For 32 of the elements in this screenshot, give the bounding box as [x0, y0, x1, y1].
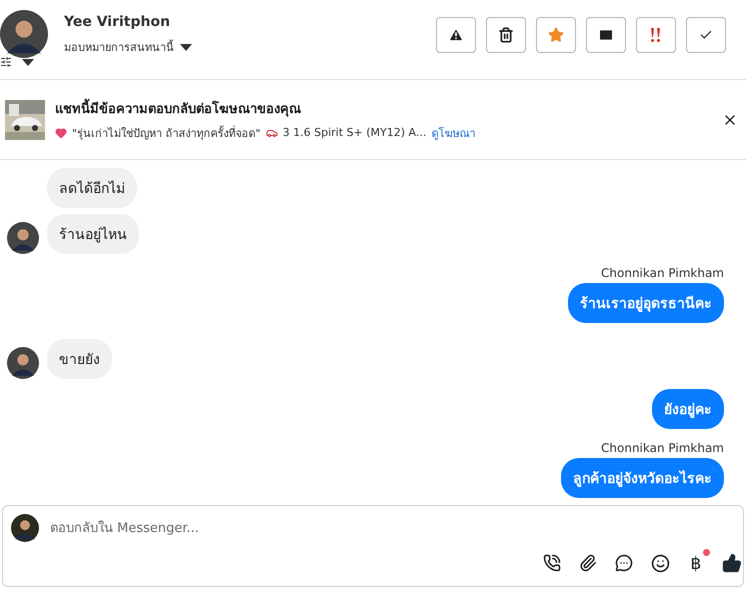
car-model: 3 1.6 Spirit S+ (MY12) A... [282, 126, 426, 139]
payment-button[interactable]: ฿ [685, 552, 707, 574]
like-button[interactable] [721, 552, 743, 574]
sent-message: ยังอยู่คะ [652, 389, 724, 429]
assign-dropdown[interactable]: มอบหมายการสนทนานี้ [64, 38, 192, 56]
received-message: ร้านอยู่ไหน [47, 214, 139, 254]
chat-bubble-button[interactable] [613, 552, 635, 574]
sent-message: ร้านเราอยู่อุดรธานีคะ [568, 283, 724, 323]
mail-button[interactable] [586, 17, 626, 53]
trash-icon [498, 27, 514, 43]
heart-icon [55, 126, 67, 138]
filter-dropdown[interactable] [0, 56, 34, 68]
star-button[interactable] [536, 17, 576, 53]
sender-name: Chonnikan Pimkham [601, 266, 724, 280]
report-button[interactable] [436, 17, 476, 53]
view-ad-link[interactable]: ดูโฆษณา [431, 124, 476, 142]
call-add-button[interactable] [541, 552, 563, 574]
received-message: ขายยัง [47, 339, 112, 379]
delete-button[interactable] [486, 17, 526, 53]
contact-avatar [0, 10, 48, 58]
warning-icon [448, 27, 464, 43]
star-icon [548, 27, 564, 43]
ad-reply-title: แชทนี้มีข้อความตอบกลับต่อโฆษณาของคุณ [55, 98, 712, 118]
received-message: ลดได้อีกไม่ [47, 168, 137, 208]
sender-name: Chonnikan Pimkham [601, 441, 724, 455]
sent-message: ลูกค้าอยู่จังหวัดอะไรคะ [561, 458, 724, 498]
user-avatar [11, 514, 39, 542]
contact-name: Yee Viritphon [64, 14, 172, 30]
important-button[interactable] [636, 17, 676, 53]
ad-caption: "รุ่นเก่าไม่ใช่ปัญหา ถ้าสง่าทุกครั้งที่จอด" [72, 124, 261, 142]
sliders-icon [0, 56, 12, 68]
emoji-button[interactable] [649, 552, 671, 574]
